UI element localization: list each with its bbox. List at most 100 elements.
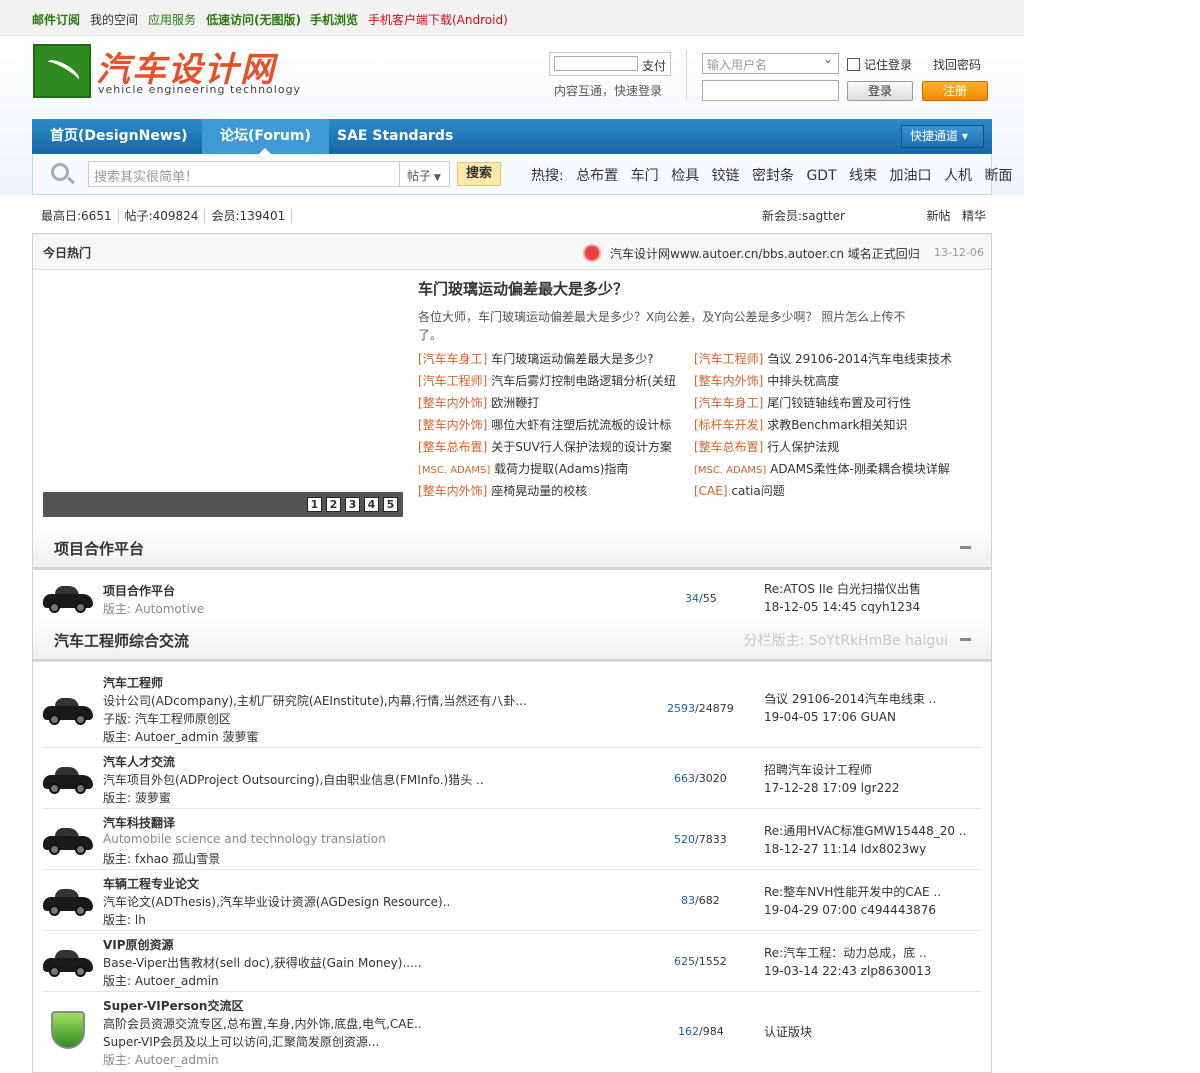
topic-title[interactable]: 车门玻璃运动偏差最大是多少?: [491, 352, 653, 366]
topic-link[interactable]: [汽车工程师] 刍议 29106-2014汽车电线束技术: [694, 350, 984, 367]
forum-name[interactable]: 汽车工程师: [103, 674, 163, 691]
search-button[interactable]: 搜索: [457, 162, 501, 186]
topic-tag[interactable]: [整车内外饰]: [418, 484, 487, 498]
slide-1[interactable]: 1: [307, 497, 322, 512]
topic-title[interactable]: 刍议 29106-2014汽车电线束技术: [767, 352, 952, 366]
hot-item[interactable]: 断面: [984, 168, 1012, 184]
mobile-link[interactable]: 手机浏览: [310, 11, 358, 28]
last-post[interactable]: Re:ATOS IIe 白光扫描仪出售 18-12-05 14:45 cqyh12…: [764, 580, 921, 616]
section-title[interactable]: 项目合作平台: [54, 538, 144, 559]
hot-item[interactable]: 铰链: [712, 168, 740, 184]
hot-item[interactable]: 人机: [944, 168, 972, 184]
forum-subforum[interactable]: 子版: 汽车工程师原创区: [103, 710, 231, 727]
slide-4[interactable]: 4: [364, 497, 379, 512]
register-button[interactable]: 注册: [922, 81, 988, 101]
topic-link[interactable]: [整车内外饰] 座椅晃动量的校核: [418, 482, 683, 499]
last-post[interactable]: 刍议 29106-2014汽车电线束 .. 19-04-05 17:06 GUAN: [764, 690, 936, 726]
topic-link[interactable]: [标杆车开发] 求教Benchmark相关知识: [694, 416, 984, 433]
topic-link[interactable]: [MSC. ADAMS] ADAMS柔性体-刚柔耦合模块详解: [694, 460, 984, 477]
android-download-link[interactable]: 手机客户端下载(Android): [368, 11, 508, 28]
headline-link[interactable]: 车门玻璃运动偏差最大是多少？: [418, 278, 628, 299]
topic-title[interactable]: 汽车后雾灯控制电路逻辑分析(关纽: [491, 374, 676, 388]
quick-login-input[interactable]: [554, 56, 638, 71]
topic-title[interactable]: 求教Benchmark相关知识: [767, 418, 907, 432]
topic-link[interactable]: [汽车工程师] 汽车后雾灯控制电路逻辑分析(关纽: [418, 372, 683, 389]
topic-title[interactable]: 载荷力提取(Adams)指南: [494, 462, 628, 476]
topic-title[interactable]: 座椅晃动量的校核: [491, 484, 587, 498]
topic-title[interactable]: 行人保护法规: [767, 440, 839, 454]
hot-item[interactable]: 密封条: [752, 168, 794, 184]
topic-link[interactable]: [汽车车身工] 车门玻璃运动偏差最大是多少?: [418, 350, 683, 367]
last-post[interactable]: Re:通用HVAC标准GMW15448_20 .. 18-12-27 11:14 …: [764, 822, 966, 858]
last-post-title[interactable]: Re:ATOS IIe 白光扫描仪出售: [764, 580, 921, 598]
last-post[interactable]: 认证版块: [764, 1023, 812, 1041]
username-select[interactable]: 输入用户名: [702, 52, 839, 74]
topic-link[interactable]: [整车内外饰] 欧洲鞭打: [418, 394, 683, 411]
forum-name[interactable]: Super-VIPerson交流区: [103, 997, 243, 1014]
topic-title[interactable]: 哪位大虾有注塑后扰流板的设计标: [491, 418, 671, 432]
hot-item[interactable]: 加油口: [890, 168, 932, 184]
forgot-password-link[interactable]: 找回密码: [933, 56, 981, 73]
topic-link[interactable]: [MSC. ADAMS] 载荷力提取(Adams)指南: [418, 460, 683, 477]
hot-item[interactable]: GDT: [806, 168, 836, 184]
topic-link[interactable]: [CAE] catia问题: [694, 482, 984, 499]
topic-link[interactable]: [汽车车身工] 尾门铰链轴线布置及可行性: [694, 394, 984, 411]
topic-tag[interactable]: [汽车车身工]: [418, 352, 487, 366]
topic-tag[interactable]: [整车总布置]: [418, 440, 487, 454]
forum-name[interactable]: 汽车科技翻译: [103, 814, 175, 831]
forum-name[interactable]: 车辆工程专业论文: [103, 875, 199, 892]
my-space-link[interactable]: 我的空间: [90, 11, 138, 28]
topic-tag[interactable]: [整车内外饰]: [418, 396, 487, 410]
topic-tag[interactable]: [整车内外饰]: [418, 418, 487, 432]
collapse-icon[interactable]: [960, 638, 971, 641]
last-post[interactable]: Re:整车NVH性能开发中的CAE .. 19-04-29 07:00 c4944…: [764, 883, 941, 919]
password-field[interactable]: [702, 80, 839, 101]
login-button[interactable]: 登录: [847, 81, 913, 101]
logo-icon[interactable]: [33, 44, 91, 98]
topic-tag[interactable]: [汽车工程师]: [418, 374, 487, 388]
last-post-title[interactable]: 认证版块: [764, 1023, 812, 1041]
last-post-title[interactable]: 刍议 29106-2014汽车电线束 ..: [764, 690, 936, 708]
digest-link[interactable]: 精华: [962, 209, 986, 223]
last-post-title[interactable]: Re:整车NVH性能开发中的CAE ..: [764, 883, 941, 901]
topic-tag[interactable]: [MSC. ADAMS]: [418, 465, 490, 476]
slide-3[interactable]: 3: [345, 497, 360, 512]
mail-subscribe-link[interactable]: 邮件订阅: [32, 11, 80, 28]
last-post[interactable]: Re:汽车工程：动力总成，底 .. 19-03-14 22:43 zlp86300…: [764, 944, 931, 980]
last-post[interactable]: 招聘汽车设计工程师 17-12-28 17:09 lgr222: [764, 761, 899, 797]
topic-title[interactable]: 中排头枕高度: [767, 374, 839, 388]
search-input[interactable]: 搜索其实很简单！: [88, 161, 400, 187]
hot-item[interactable]: 车门: [631, 168, 659, 184]
topic-title[interactable]: ADAMS柔性体-刚柔耦合模块详解: [770, 462, 950, 476]
last-post-title[interactable]: 招聘汽车设计工程师: [764, 761, 899, 779]
topic-tag[interactable]: [整车总布置]: [694, 440, 763, 454]
lite-version-link[interactable]: 低速访问(无图版): [206, 11, 301, 28]
nav-home[interactable]: 首页(DesignNews): [32, 119, 206, 154]
forum-name[interactable]: 汽车人才交流: [103, 753, 175, 770]
topic-title[interactable]: 关于SUV行人保护法规的设计方案: [491, 440, 672, 454]
last-post-title[interactable]: Re:通用HVAC标准GMW15448_20 ..: [764, 822, 966, 840]
topic-link[interactable]: [整车总布置] 行人保护法规: [694, 438, 984, 455]
nav-forum[interactable]: 论坛(Forum): [202, 119, 329, 154]
new-posts-link[interactable]: 新帖: [927, 209, 951, 223]
hot-item[interactable]: 检具: [671, 168, 699, 184]
stat-newest[interactable]: 新会员:sagtter: [762, 207, 851, 225]
topic-title[interactable]: catia问题: [731, 484, 784, 498]
notice-link[interactable]: 汽车设计网www.autoer.cn/bbs.autoer.cn 域名正式回归: [610, 245, 925, 262]
topic-tag[interactable]: [汽车车身工]: [694, 396, 763, 410]
topic-tag[interactable]: [标杆车开发]: [694, 418, 763, 432]
topic-tag[interactable]: [汽车工程师]: [694, 352, 763, 366]
last-post-title[interactable]: Re:汽车工程：动力总成，底 ..: [764, 944, 931, 962]
apps-link[interactable]: 应用服务: [148, 11, 196, 28]
nav-sae[interactable]: SAE Standards: [319, 119, 471, 154]
topic-link[interactable]: [整车内外饰] 哪位大虾有注塑后扰流板的设计标: [418, 416, 683, 433]
slide-5[interactable]: 5: [383, 497, 398, 512]
topic-link[interactable]: [整车内外饰] 中排头枕高度: [694, 372, 984, 389]
slide-2[interactable]: 2: [326, 497, 341, 512]
hot-item[interactable]: 线束: [849, 168, 877, 184]
forum-name[interactable]: 项目合作平台: [103, 582, 175, 599]
topic-tag[interactable]: [CAE]: [694, 484, 728, 498]
topic-tag[interactable]: [整车内外饰]: [694, 374, 763, 388]
section-title[interactable]: 汽车工程师综合交流: [54, 630, 189, 651]
topic-title[interactable]: 尾门铰链轴线布置及可行性: [767, 396, 911, 410]
